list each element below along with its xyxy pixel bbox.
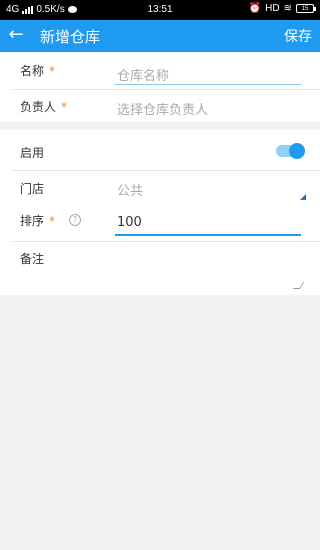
- battery-level: 15: [301, 6, 309, 12]
- store-row: 门店 公共: [0, 171, 320, 205]
- basic-info-section: 名称 * 仓库名称 负责人 * 选择仓库负责人: [0, 52, 320, 170]
- required-mark: *: [49, 64, 56, 78]
- save-button[interactable]: 保存: [284, 26, 312, 46]
- wifi-icon: ≋: [283, 3, 292, 14]
- back-arrow-icon[interactable]: ←: [6, 25, 26, 45]
- remark-textarea[interactable]: [117, 250, 297, 290]
- enabled-toggle[interactable]: [276, 143, 305, 159]
- name-label: 名称 *: [20, 62, 55, 79]
- name-input-underline: [115, 84, 301, 85]
- status-bar: 4G 0.5K/s 13:51 ⏰ HD ≋ 15: [0, 0, 320, 20]
- settings-section: 启用 门店 公共 排序 * ? 100 备注: [0, 130, 320, 295]
- sort-row: 排序 * ? 100: [0, 206, 320, 240]
- sort-label: 排序 *: [20, 212, 55, 229]
- enabled-label: 启用: [20, 146, 45, 160]
- hd-indicator: HD: [265, 3, 280, 14]
- toggle-knob: [289, 143, 305, 159]
- name-input[interactable]: 仓库名称: [117, 65, 169, 84]
- sort-label-text: 排序: [20, 214, 45, 228]
- help-icon[interactable]: ?: [69, 214, 81, 226]
- manager-select[interactable]: 选择仓库负责人: [117, 99, 208, 118]
- remark-row: 备注: [0, 242, 320, 295]
- manager-row: 负责人 * 选择仓库负责人: [0, 90, 320, 170]
- store-label: 门店: [20, 182, 45, 196]
- required-mark: *: [49, 214, 56, 228]
- store-select[interactable]: 公共: [117, 180, 143, 199]
- manager-label: 负责人 *: [20, 98, 67, 115]
- manager-label-text: 负责人: [20, 100, 57, 114]
- battery-icon: 15: [296, 4, 316, 13]
- sort-input[interactable]: 100: [117, 215, 142, 230]
- sort-input-underline: [115, 234, 301, 236]
- required-mark: *: [61, 100, 68, 114]
- app-bar: ← 新增仓库 保存: [0, 20, 320, 52]
- dropdown-triangle-icon: [300, 194, 306, 200]
- enabled-row: 启用: [0, 130, 320, 168]
- alarm-icon: ⏰: [248, 3, 262, 14]
- remark-label: 备注: [20, 252, 45, 266]
- page-title: 新增仓库: [40, 28, 101, 46]
- name-row: 名称 * 仓库名称: [0, 52, 320, 88]
- name-label-text: 名称: [20, 64, 45, 78]
